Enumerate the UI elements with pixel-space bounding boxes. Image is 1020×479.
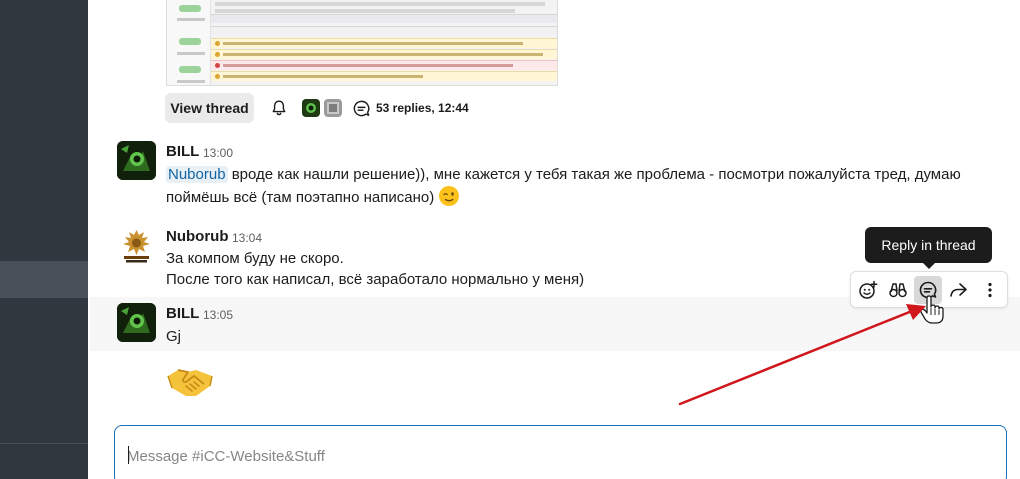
avatar[interactable] xyxy=(117,141,156,180)
sidebar-divider xyxy=(0,443,88,444)
message-text-line: поймёшь всё (там поэтапно написано) xyxy=(166,189,435,206)
attachment-sidebar xyxy=(167,0,211,85)
share-arrow-icon xyxy=(950,283,967,297)
hand-cursor-icon xyxy=(920,295,944,324)
add-reaction-icon xyxy=(859,280,878,299)
winking-face-emoji xyxy=(439,186,460,206)
message-text-part: вроде как нашли решение)), мне кажется у… xyxy=(227,166,961,183)
find-text-button[interactable] xyxy=(884,276,912,304)
message-author[interactable]: BILL xyxy=(166,305,199,322)
avatar[interactable] xyxy=(117,303,156,342)
message-timestamp[interactable]: 13:04 xyxy=(232,231,262,245)
reply-avatar-user xyxy=(324,99,342,117)
sidebar-selected-item[interactable] xyxy=(0,261,88,298)
message-author[interactable]: Nuborub xyxy=(166,228,228,245)
share-message-button[interactable] xyxy=(944,276,972,304)
text-caret xyxy=(128,446,129,464)
message-text: Gj xyxy=(166,328,181,345)
more-actions-button[interactable] xyxy=(976,276,1004,304)
workspace-sidebar xyxy=(0,0,88,479)
message-input[interactable] xyxy=(127,445,987,467)
message-timestamp[interactable]: 13:00 xyxy=(203,146,233,160)
user-mention[interactable]: Nuborub xyxy=(166,166,228,183)
message-text: За компом буду не скоро. После того как … xyxy=(166,248,584,290)
more-vertical-icon xyxy=(988,282,992,298)
reply-in-thread-tooltip: Reply in thread xyxy=(865,227,992,269)
view-thread-button[interactable]: View thread xyxy=(165,93,254,123)
thread-replies-count[interactable]: 53 replies, 12:44 xyxy=(376,101,469,115)
message-composer[interactable] xyxy=(114,425,1007,479)
avatar[interactable] xyxy=(117,226,156,265)
message-text-line: После того как написал, всё заработало н… xyxy=(166,271,585,288)
add-reaction-button[interactable] xyxy=(854,276,882,304)
reply-avatar-bill xyxy=(302,99,320,117)
thread-replies-icon xyxy=(353,100,370,117)
message-author[interactable]: BILL xyxy=(166,143,199,160)
image-attachment[interactable] xyxy=(166,0,558,86)
message-timestamp[interactable]: 13:05 xyxy=(203,308,233,322)
handshake-emoji xyxy=(167,369,213,396)
message-text-line: За компом буду не скоро. xyxy=(166,250,344,267)
bell-icon[interactable] xyxy=(270,99,288,117)
binoculars-icon xyxy=(889,283,907,298)
message-text: Nuborub вроде как нашли решение)), мне к… xyxy=(166,164,961,208)
